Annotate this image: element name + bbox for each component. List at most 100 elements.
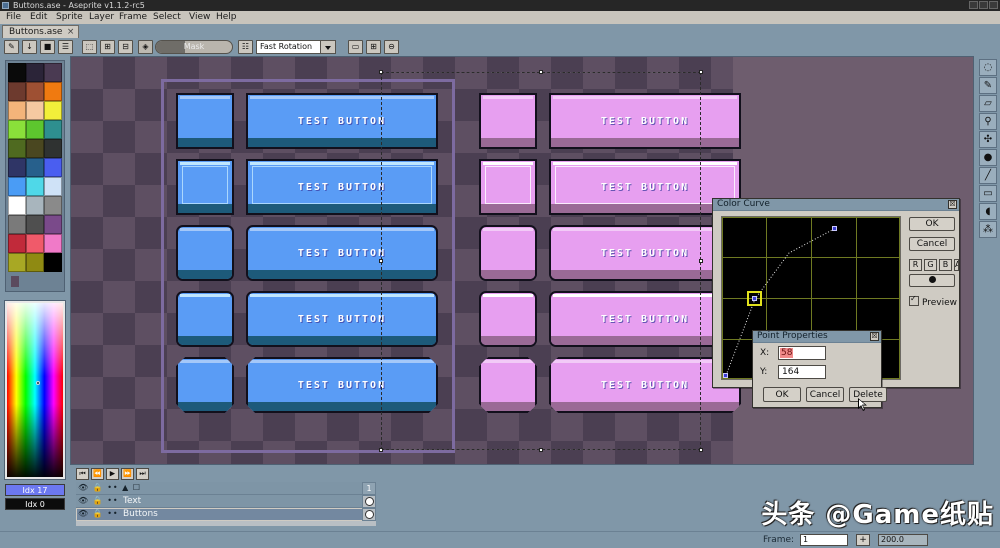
palette-swatch[interactable]: [8, 196, 26, 215]
palette-swatch[interactable]: [8, 177, 26, 196]
play-button[interactable]: ▶: [106, 468, 119, 480]
curve-point-selected[interactable]: [747, 291, 762, 306]
palette-swatch[interactable]: [44, 82, 62, 101]
palette-swatch[interactable]: [8, 234, 26, 253]
marquee-handle-tr[interactable]: [699, 70, 703, 74]
layer-row-buttons[interactable]: 👁 🔒 •• Buttons: [76, 508, 376, 521]
layer-row-header[interactable]: 👁 🔒 •• ▲ ☐: [76, 482, 376, 495]
color-picker-cursor[interactable]: [36, 381, 41, 386]
palette-swatch[interactable]: [44, 253, 62, 272]
layer-header-icons[interactable]: 👁 🔒 •• ▲ ☐: [78, 483, 141, 492]
move-tool[interactable]: ✣: [979, 131, 997, 148]
onion-skin-button[interactable]: ☷: [238, 40, 253, 54]
menu-item-edit[interactable]: Edit: [27, 12, 50, 23]
layer-buttons-icons[interactable]: 👁 🔒 ••: [78, 509, 119, 518]
go-first-frame-button[interactable]: ⏮: [76, 468, 89, 480]
frame-number-field[interactable]: 1: [800, 534, 848, 546]
palette-swatch[interactable]: [44, 120, 62, 139]
line-tool[interactable]: ╱: [979, 167, 997, 184]
menu-lines-button[interactable]: ☰: [58, 40, 73, 54]
channel-slider[interactable]: [909, 274, 955, 287]
cel-text-frame1[interactable]: [362, 495, 376, 508]
close-icon[interactable]: ☒: [870, 332, 879, 341]
add-frame-button[interactable]: +: [856, 534, 870, 546]
palette-extra-swatch[interactable]: [11, 276, 19, 287]
selection-replace-button[interactable]: ⬚: [82, 40, 97, 54]
cel-buttons-frame1[interactable]: [362, 508, 376, 521]
go-prev-frame-button[interactable]: ⏪: [91, 468, 104, 480]
layer-text-icons[interactable]: 👁 🔒 ••: [78, 496, 119, 505]
grid-toggle-button[interactable]: ▭: [348, 40, 363, 54]
palette-swatch[interactable]: [8, 139, 26, 158]
palette-swatch[interactable]: [44, 177, 62, 196]
paint-bucket-tool[interactable]: ●: [979, 149, 997, 166]
curve-point-0[interactable]: [723, 373, 728, 378]
filled-square-button[interactable]: ■: [40, 40, 55, 54]
frame-column[interactable]: 1: [362, 482, 376, 521]
color-curve-cancel-button[interactable]: Cancel: [909, 237, 955, 251]
selection-subtract-button[interactable]: ⊟: [118, 40, 133, 54]
palette-swatch[interactable]: [8, 101, 26, 120]
menu-item-select[interactable]: Select: [150, 12, 184, 23]
rectangle-tool[interactable]: ▭: [979, 185, 997, 202]
palette-swatch[interactable]: [26, 253, 44, 272]
pixel-grid-toggle-button[interactable]: ⊞: [366, 40, 381, 54]
marquee-handle-tl[interactable]: [379, 70, 383, 74]
marquee-handle-bc[interactable]: [539, 448, 543, 452]
foreground-color-index[interactable]: Idx 17: [5, 484, 65, 496]
selection-intersect-button[interactable]: ◈: [138, 40, 153, 54]
point-delete-button[interactable]: Delete: [849, 387, 887, 402]
palette-swatch[interactable]: [26, 215, 44, 234]
menu-item-help[interactable]: Help: [213, 12, 240, 23]
palette-swatch[interactable]: [26, 234, 44, 253]
palette-swatch[interactable]: [8, 82, 26, 101]
marquee-handle-bl[interactable]: [379, 448, 383, 452]
brush-preset-button[interactable]: ✎: [4, 40, 19, 54]
palette-swatch[interactable]: [26, 196, 44, 215]
zoom-tool[interactable]: ⚲: [979, 113, 997, 130]
color-curve-ok-button[interactable]: OK: [909, 217, 955, 231]
rotation-algorithm-select[interactable]: Fast Rotation: [256, 40, 336, 54]
channel-b-button[interactable]: B: [939, 259, 952, 271]
marquee-handle-tc[interactable]: [539, 70, 543, 74]
pencil-tool[interactable]: ✎: [979, 77, 997, 94]
snap-toggle-button[interactable]: ⊖: [384, 40, 399, 54]
color-curve-title-bar[interactable]: Color Curve ☒: [713, 199, 959, 211]
eraser-tool[interactable]: ▱: [979, 95, 997, 112]
menu-item-file[interactable]: File: [3, 12, 24, 23]
curve-point-2[interactable]: [832, 226, 837, 231]
marquee-tool[interactable]: ◌: [979, 59, 997, 76]
marquee-handle-mr[interactable]: [699, 259, 703, 263]
menu-item-frame[interactable]: Frame: [116, 12, 150, 23]
y-field[interactable]: 164: [778, 365, 826, 379]
channel-g-button[interactable]: G: [924, 259, 937, 271]
contour-tool[interactable]: ◖: [979, 203, 997, 220]
palette-swatch[interactable]: [8, 215, 26, 234]
palette-swatch[interactable]: [26, 139, 44, 158]
checkbox-icon[interactable]: [909, 294, 919, 306]
palette-swatch[interactable]: [44, 63, 62, 82]
palette-swatch[interactable]: [26, 177, 44, 196]
palette-swatch[interactable]: [8, 63, 26, 82]
palette-swatch[interactable]: [26, 158, 44, 177]
go-next-frame-button[interactable]: ⏩: [121, 468, 134, 480]
palette-swatch[interactable]: [26, 63, 44, 82]
spray-tool[interactable]: ⁂: [979, 221, 997, 238]
x-field[interactable]: 58: [778, 346, 826, 360]
close-icon[interactable]: ☒: [948, 200, 957, 209]
channel-r-button[interactable]: R: [909, 259, 922, 271]
palette-panel[interactable]: [5, 60, 65, 292]
palette-swatch[interactable]: [8, 253, 26, 272]
marquee-selection[interactable]: [381, 72, 701, 450]
layer-list[interactable]: 👁 🔒 •• ▲ ☐ 👁 🔒 •• Text 👁 🔒 •• Buttons: [76, 482, 376, 526]
palette-swatch[interactable]: [44, 234, 62, 253]
menu-item-layer[interactable]: Layer: [86, 12, 117, 23]
playback-controls[interactable]: ⏮ ⏪ ▶ ⏩ ⏭: [76, 468, 151, 480]
point-ok-button[interactable]: OK: [763, 387, 801, 402]
point-properties-dialog[interactable]: Point Properties ☒ X: 58 Y: 164 OK Cance…: [752, 330, 887, 408]
frame-header-1[interactable]: 1: [362, 482, 376, 495]
palette-swatch[interactable]: [44, 196, 62, 215]
channel-a-button[interactable]: A: [954, 259, 959, 271]
menu-item-view[interactable]: View: [186, 12, 213, 23]
channel-slider-knob[interactable]: [928, 276, 936, 283]
